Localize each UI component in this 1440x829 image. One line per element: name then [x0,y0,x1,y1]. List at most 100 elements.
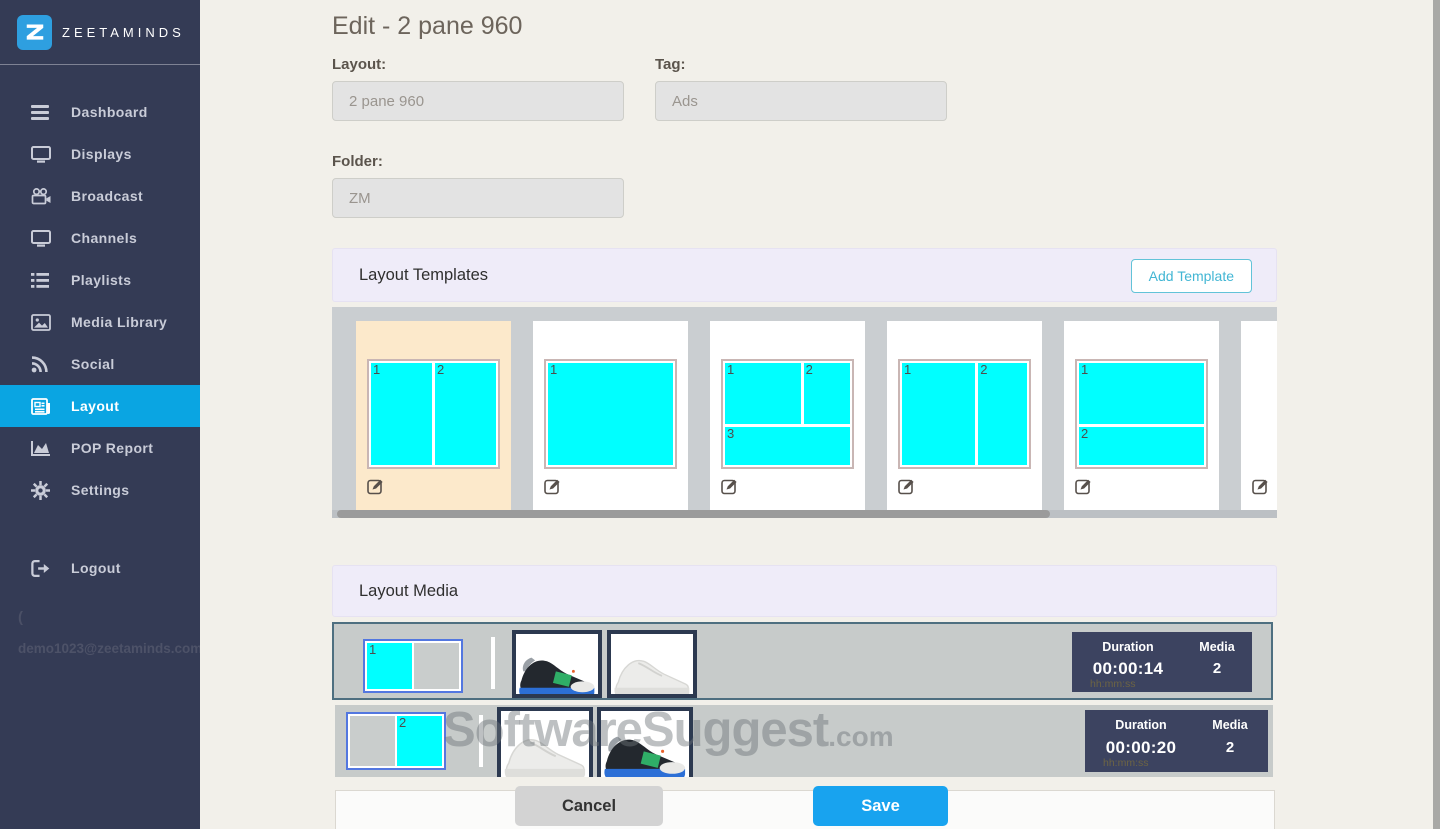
gear-icon [31,480,52,500]
pane-number: 1 [727,362,735,377]
template-card-5[interactable]: 1 2 [1064,321,1219,511]
media-row-1[interactable]: 1 Duration Media 00:00:14 hh:mm:ss 2 [332,622,1273,700]
template-strip: 1 2 1 1 2 3 1 2 1 2 [332,307,1277,518]
template-preview: 1 2 [367,359,500,469]
sidebar-item-social[interactable]: Social [0,343,200,385]
cancel-button[interactable]: Cancel [515,786,663,826]
edit-template-icon[interactable] [721,477,739,495]
account-paren: ( [18,609,23,626]
time-format-hint: hh:mm:ss [1103,757,1149,769]
pane-number: 1 [550,362,558,377]
edit-template-icon[interactable] [1252,477,1270,495]
sidebar-item-settings[interactable]: Settings [0,469,200,511]
pane-number: 1 [904,362,912,377]
sidebar-item-pop-report[interactable]: POP Report [0,427,200,469]
video-camera-icon [31,187,52,205]
pane-number: 2 [437,362,445,377]
layout-pane: 3 [725,427,850,465]
sidebar-item-channels[interactable]: Channels [0,217,200,259]
tag-field-input[interactable] [655,81,947,121]
layout-pane: 2 [803,363,850,425]
folder-field-input[interactable] [332,178,624,218]
nav-label: Social [71,356,115,372]
duration-media-panel: Duration Media 00:00:20 hh:mm:ss 2 [1085,710,1268,772]
time-format-hint: hh:mm:ss [1090,678,1136,690]
nav-label: Settings [71,482,130,498]
duration-header: Duration [1115,718,1167,732]
layout-pane: 1 [1079,363,1204,425]
media-header: Media [1212,718,1248,732]
edit-template-icon[interactable] [367,477,385,495]
list-icon [31,272,52,288]
row-separator [491,637,495,689]
brand-header: ZEETAMINDS [0,0,200,65]
sidebar-item-playlists[interactable]: Playlists [0,259,200,301]
layout-pane: 1 [371,363,432,465]
layout-pane: 1 [548,363,673,465]
monitor-icon [31,229,52,247]
row-layout-thumbnail: 1 [363,639,463,693]
nav-label: Channels [71,230,138,246]
media-thumbnail-shoe-color [597,707,693,777]
nav-label: Displays [71,146,132,162]
template-card-2[interactable]: 1 [533,321,688,511]
template-preview: 1 2 [1075,359,1208,469]
template-card-4[interactable]: 1 2 [887,321,1042,511]
edit-template-icon[interactable] [898,477,916,495]
media-thumbnail-shoe-white [497,707,593,777]
media-count: 2 [1212,660,1222,677]
sidebar-item-logout[interactable]: Logout [0,547,200,589]
template-card-1[interactable]: 1 2 [356,321,511,511]
template-preview: 1 2 3 [721,359,854,469]
sidebar-item-displays[interactable]: Displays [0,133,200,175]
media-thumbnail-shoe-color [512,630,602,698]
layout-media-header: Layout Media [332,565,1277,617]
inactive-pane [414,643,459,689]
layout-pane: 2 [397,716,442,766]
duration-value: 00:00:14 [1092,659,1164,678]
pane-number: 2 [399,715,407,730]
media-row-2[interactable]: 2 Duration Media 00:00:20 hh:mm:ss 2 [335,705,1273,777]
sidebar: ZEETAMINDS Dashboard Displays Broadcast … [0,0,200,829]
sidebar-item-dashboard[interactable]: Dashboard [0,91,200,133]
page-scrollbar[interactable] [1433,0,1440,829]
nav-label: POP Report [71,440,154,456]
save-button[interactable]: Save [813,786,948,826]
layout-templates-title: Layout Templates [359,265,489,284]
nav-label: Playlists [71,272,132,288]
layout-media-title: Layout Media [359,581,459,600]
media-thumbnail-shoe-white [607,630,697,698]
layout-pane: 2 [978,363,1027,465]
layout-field-input[interactable] [332,81,624,121]
nav-label: Media Library [71,314,168,330]
duration-header: Duration [1102,640,1154,654]
row-layout-thumbnail: 2 [346,712,446,770]
template-card-6[interactable] [1241,321,1277,511]
add-template-button[interactable]: Add Template [1130,259,1252,293]
newspaper-icon [31,397,52,415]
page-title: Edit - 2 pane 960 [332,12,523,40]
template-card-3[interactable]: 1 2 3 [710,321,865,511]
duration-media-panel: Duration Media 00:00:14 hh:mm:ss 2 [1072,632,1252,692]
layout-field-label: Layout: [332,56,387,73]
edit-template-icon[interactable] [544,477,562,495]
sidebar-item-media-library[interactable]: Media Library [0,301,200,343]
layout-templates-header: Layout Templates Add Template [332,248,1277,302]
sidebar-item-broadcast[interactable]: Broadcast [0,175,200,217]
row-separator [479,715,483,767]
template-preview: 1 [544,359,677,469]
sidebar-item-layout[interactable]: Layout [0,385,200,427]
nav-label: Broadcast [71,188,144,204]
edit-template-icon[interactable] [1075,477,1093,495]
layout-pane: 1 [725,362,801,425]
zeetaminds-logo-icon [17,14,52,50]
layout-pane: 1 [367,643,412,689]
template-scrollbar-thumb[interactable] [337,510,1050,518]
template-preview: 1 2 [898,359,1031,469]
image-icon [31,313,52,331]
layout-pane: 2 [435,363,496,465]
pane-number: 2 [1081,426,1089,442]
pane-number: 3 [727,426,735,442]
sidebar-nav: Dashboard Displays Broadcast Channels Pl… [0,91,200,589]
monitor-icon [31,145,52,163]
